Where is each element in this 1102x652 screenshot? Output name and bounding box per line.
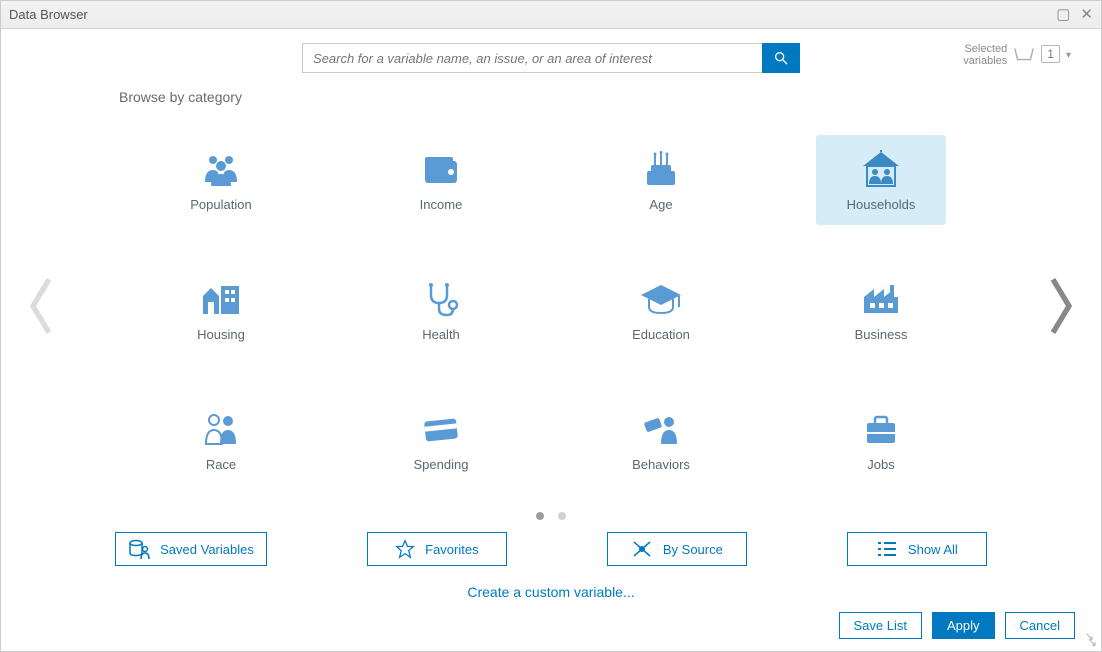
category-age[interactable]: Age [596,135,726,225]
selected-label-2: variables [963,55,1007,67]
database-person-icon [128,539,150,559]
pagination-dots [1,506,1101,528]
category-label: Education [632,327,690,342]
briefcase-icon [861,413,901,445]
buildings-icon [199,282,243,316]
category-label: Spending [414,457,469,472]
window-title: Data Browser [9,7,1056,22]
maximize-icon[interactable]: ▢ [1056,7,1070,22]
option-label: Favorites [425,542,478,557]
category-income[interactable]: Income [376,135,506,225]
two-people-icon [202,412,240,446]
category-spending[interactable]: Spending [376,396,506,486]
category-housing[interactable]: Housing [156,265,286,355]
category-behaviors[interactable]: Behaviors [596,396,726,486]
search-button[interactable] [762,43,800,73]
option-label: Saved Variables [160,542,254,557]
category-label: Race [206,457,236,472]
cake-icon [641,151,681,187]
cart-icon [1013,46,1035,64]
favorites-button[interactable]: Favorites [367,532,507,566]
chevron-down-icon: ▾ [1066,50,1071,61]
category-label: Income [420,197,463,212]
category-households[interactable]: Households [816,135,946,225]
stethoscope-icon [423,281,459,317]
house-people-icon [859,150,903,188]
option-label: By Source [663,542,723,557]
saved-variables-button[interactable]: Saved Variables [115,532,267,566]
category-race[interactable]: Race [156,396,286,486]
category-business[interactable]: Business [816,265,946,355]
page-dot-1[interactable] [536,512,544,520]
chevron-left-icon [25,274,57,338]
resize-handle-icon: ↘ ↘ [1085,634,1097,647]
chevron-right-icon [1045,274,1077,338]
wallet-icon [421,153,461,185]
category-label: Business [855,327,908,342]
people-icon [201,152,241,186]
ticket-person-icon [641,412,681,446]
selected-count: 1 [1041,45,1060,63]
search-bar [302,43,800,73]
category-label: Behaviors [632,457,690,472]
category-label: Households [847,197,916,212]
close-icon[interactable]: ✕ [1080,7,1093,22]
next-page-button[interactable] [1021,105,1101,506]
search-icon [773,50,789,66]
category-label: Jobs [867,457,894,472]
apply-button[interactable]: Apply [932,612,995,639]
titlebar: Data Browser ▢ ✕ [1,1,1101,29]
option-label: Show All [908,542,958,557]
selected-label-1: Selected [963,43,1007,55]
category-label: Population [190,197,251,212]
page-dot-2[interactable] [558,512,566,520]
search-input[interactable] [302,43,762,73]
category-label: Health [422,327,460,342]
category-education[interactable]: Education [596,265,726,355]
credit-card-icon [421,414,461,444]
cancel-button[interactable]: Cancel [1005,612,1075,639]
by-source-button[interactable]: By Source [607,532,747,566]
category-health[interactable]: Health [376,265,506,355]
browse-by-category-label: Browse by category [1,79,1101,105]
prev-page-button[interactable] [1,105,81,506]
factory-icon [860,283,902,315]
save-list-button[interactable]: Save List [839,612,922,639]
selected-variables-dropdown[interactable]: Selected variables 1 ▾ [963,43,1071,67]
category-label: Age [649,197,672,212]
category-label: Housing [197,327,245,342]
source-icon [631,539,653,559]
show-all-button[interactable]: Show All [847,532,987,566]
create-custom-variable-link[interactable]: Create a custom variable... [1,570,1101,604]
graduation-cap-icon [639,283,683,315]
category-population[interactable]: Population [156,135,286,225]
list-icon [876,540,898,558]
category-jobs[interactable]: Jobs [816,396,946,486]
star-icon [395,539,415,559]
